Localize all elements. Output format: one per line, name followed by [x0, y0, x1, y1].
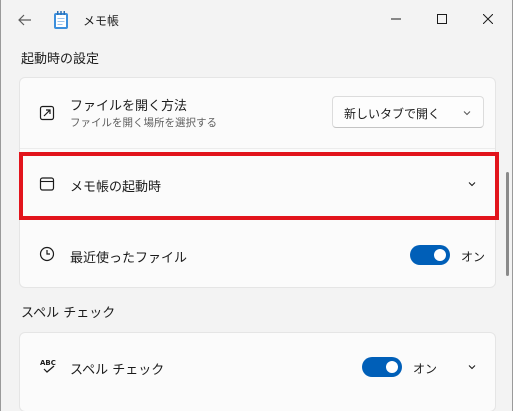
spell-check-title: スペル チェック: [70, 363, 165, 378]
maximize-button[interactable]: [419, 0, 465, 38]
spell-check-toggle[interactable]: [362, 357, 402, 377]
chevron-down-icon: [463, 111, 471, 116]
minimize-button[interactable]: [373, 0, 419, 38]
chevron-down-icon: [468, 182, 476, 187]
maximize-icon: [437, 14, 447, 24]
notepad-startup-expand-button[interactable]: [462, 174, 482, 194]
recent-files-row: 最近使ったファイル オン: [20, 219, 495, 289]
vertical-scrollbar[interactable]: [506, 172, 509, 276]
open-files-row: ファイルを開く方法 ファイルを開く場所を選択する 新しいタブで開く: [20, 78, 495, 148]
open-in-window-icon: [38, 104, 56, 122]
recent-files-toggle[interactable]: [410, 245, 450, 265]
recent-files-toggle-state: オン: [461, 250, 486, 264]
back-arrow-icon: [18, 14, 31, 26]
open-files-title: ファイルを開く方法: [70, 99, 188, 114]
spell-check-row: ABC スペル チェック オン: [20, 333, 495, 401]
spell-check-toggle-state: オン: [413, 362, 438, 376]
open-files-dropdown[interactable]: 新しいタブで開く: [332, 96, 484, 128]
window-icon: [38, 175, 56, 193]
settings-window: メモ帳 起動時の設定 ファイルを開く方法 ファイルを開く場所を選択する 新しいタ…: [0, 0, 513, 411]
toggle-knob: [386, 361, 398, 373]
close-button[interactable]: [465, 0, 511, 38]
open-files-dropdown-value: 新しいタブで開く: [344, 107, 441, 121]
startup-section-heading: 起動時の設定: [21, 52, 100, 67]
minimize-icon: [391, 18, 401, 20]
recent-files-title: 最近使ったファイル: [70, 251, 188, 266]
window-title: メモ帳: [83, 14, 120, 28]
toggle-knob: [434, 249, 446, 261]
close-icon: [483, 14, 493, 24]
spellcheck-section-heading: スペル チェック: [21, 306, 116, 321]
spellcheck-abc-icon: ABC: [38, 357, 60, 375]
startup-settings-card: ファイルを開く方法 ファイルを開く場所を選択する 新しいタブで開く メモ帳の起動…: [19, 77, 496, 288]
notepad-startup-row[interactable]: メモ帳の起動時: [20, 149, 495, 218]
chevron-down-icon: [468, 365, 476, 370]
notepad-startup-title: メモ帳の起動時: [70, 180, 162, 195]
spellcheck-settings-card: ABC スペル チェック オン: [19, 332, 496, 411]
notepad-app-icon: [54, 11, 68, 29]
open-files-subtitle: ファイルを開く場所を選択する: [70, 117, 217, 129]
back-button[interactable]: [13, 8, 37, 32]
title-bar: メモ帳: [1, 0, 512, 40]
spell-check-expand-button[interactable]: [462, 357, 482, 377]
clock-icon: [38, 245, 56, 263]
